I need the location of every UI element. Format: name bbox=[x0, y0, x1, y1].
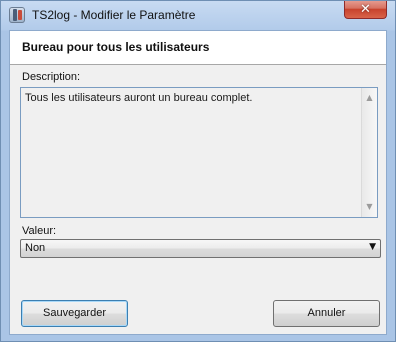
value-label: Valeur: bbox=[22, 225, 57, 237]
selected-value: Non bbox=[25, 242, 46, 254]
description-textarea[interactable]: Tous les utilisateurs auront un bureau c… bbox=[20, 87, 378, 218]
window-titlebar[interactable]: TS2log - Modifier le Paramètre ✕ bbox=[1, 1, 395, 30]
window-title: TS2log - Modifier le Paramètre bbox=[32, 8, 196, 22]
description-label: Description: bbox=[22, 71, 81, 83]
modify-parameter-window: TS2log - Modifier le Paramètre ✕ Bureau … bbox=[0, 0, 396, 342]
scroll-up-icon[interactable]: ▲ bbox=[364, 92, 375, 104]
scroll-down-icon[interactable]: ▼ bbox=[364, 201, 375, 213]
parameter-header: Bureau pour tous les utilisateurs bbox=[10, 31, 386, 65]
parameter-title: Bureau pour tous les utilisateurs bbox=[22, 40, 210, 54]
value-select[interactable]: Non ▼ bbox=[20, 239, 381, 258]
cancel-button[interactable]: Annuler bbox=[273, 300, 380, 327]
ts2log-app-icon bbox=[9, 7, 25, 23]
dialog-content: Bureau pour tous les utilisateurs Descri… bbox=[9, 30, 387, 335]
chevron-down-icon[interactable]: ▼ bbox=[369, 242, 376, 252]
close-icon[interactable]: ✕ bbox=[344, 1, 387, 19]
description-scrollbar[interactable]: ▲ ▼ bbox=[361, 88, 377, 217]
save-button[interactable]: Sauvegarder bbox=[21, 300, 128, 327]
description-text: Tous les utilisateurs auront un bureau c… bbox=[25, 92, 253, 104]
